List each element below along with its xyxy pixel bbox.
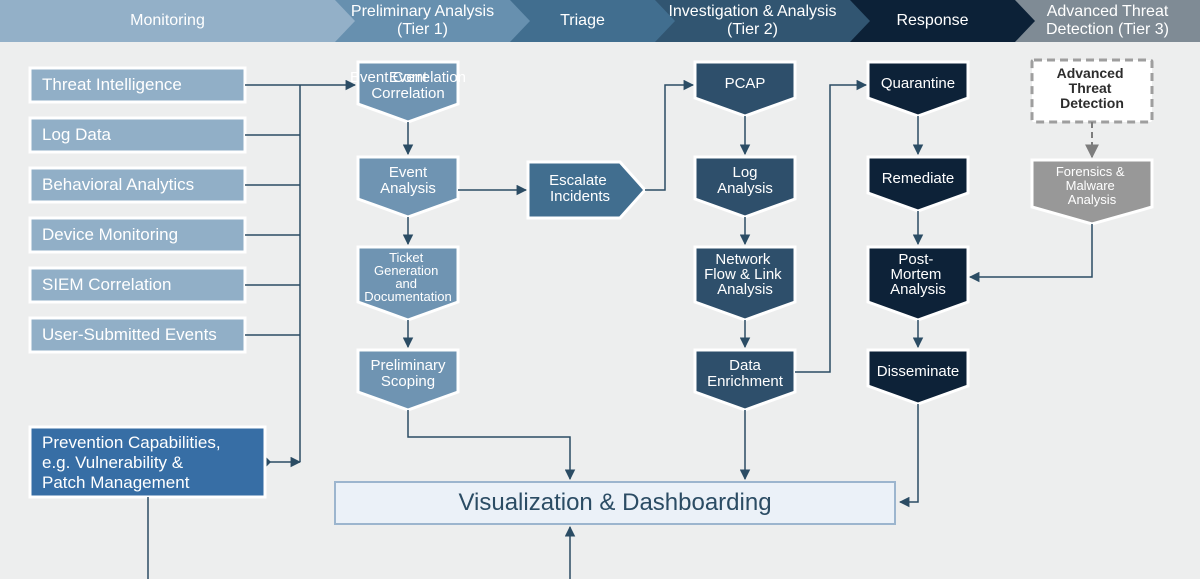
- task-post-mortem: Post- Mortem Analysis: [868, 247, 968, 320]
- task-pcap: PCAP: [695, 62, 795, 116]
- header-phases: Monitoring Preliminary Analysis (Tier 1)…: [0, 0, 1200, 42]
- task-disseminate: Disseminate: [868, 350, 968, 404]
- svg-text:PreliminaryScoping: PreliminaryScoping: [370, 357, 446, 390]
- svg-text:PCAP: PCAP: [725, 75, 766, 92]
- tier2-column: PCAP LogAnalysis Network Flow & Link Ana…: [695, 62, 795, 410]
- task-data-enrichment: DataEnrichment: [695, 350, 795, 410]
- task-event-analysis: EventAnalysis: [358, 157, 458, 217]
- workflow-diagram: Threat Intelligence Log Data Behavioral …: [0, 42, 1200, 579]
- svg-text:Threat Intelligence: Threat Intelligence: [42, 75, 182, 94]
- task-preliminary-scoping: PreliminaryScoping: [358, 350, 458, 410]
- svg-text:Remediate: Remediate: [882, 170, 955, 187]
- svg-text:Patch Management: Patch Management: [42, 473, 190, 492]
- src-log-data: Log Data: [30, 118, 245, 152]
- response-column: Quarantine Remediate Post- Mortem Analys…: [868, 62, 968, 404]
- svg-text:Prevention Capabilities,: Prevention Capabilities,: [42, 433, 221, 452]
- src-siem-correlation: SIEM Correlation: [30, 268, 245, 302]
- task-event-correlation: Event Correlation EventCorrelation: [350, 62, 466, 122]
- task-ticket-generation: Ticket Generation and Documentation: [358, 247, 458, 320]
- task-quarantine: Quarantine: [868, 62, 968, 116]
- svg-text:Device Monitoring: Device Monitoring: [42, 225, 178, 244]
- src-user-submitted: User-Submitted Events: [30, 318, 245, 352]
- phase-monitoring: Monitoring: [0, 0, 335, 42]
- svg-text:Escalate Incidents: Escalate Incidents: [549, 172, 611, 205]
- prevention-capabilities: Prevention Capabilities, e.g. Vulnerabil…: [30, 427, 265, 497]
- svg-text:Quarantine: Quarantine: [881, 75, 955, 92]
- task-escalate-incidents: Escalate Incidents: [528, 162, 645, 218]
- phase-response: Response: [850, 0, 1015, 42]
- src-behavioral-analytics: Behavioral Analytics: [30, 168, 245, 202]
- phase-tier2: Investigation & Analysis (Tier 2): [655, 0, 850, 42]
- monitoring-flow: [245, 85, 355, 462]
- phase-tier3: Advanced Threat Detection (Tier 3): [1015, 0, 1200, 42]
- visualization-dashboarding: Visualization & Dashboarding: [335, 482, 895, 524]
- svg-text:Disseminate: Disseminate: [877, 363, 960, 380]
- task-remediate: Remediate: [868, 157, 968, 211]
- tier3-column: Advanced Threat Detection Forensics & Ma…: [970, 60, 1152, 277]
- svg-text:Log Data: Log Data: [42, 125, 112, 144]
- task-advanced-threat-detection: Advanced Threat Detection: [1032, 60, 1152, 122]
- svg-text:Visualization & Dashboarding: Visualization & Dashboarding: [458, 489, 771, 516]
- phase-tier1: Preliminary Analysis (Tier 1): [335, 0, 510, 42]
- task-log-analysis: LogAnalysis: [695, 157, 795, 217]
- svg-text:SIEM Correlation: SIEM Correlation: [42, 275, 171, 294]
- svg-text:Post- Mortem A: Post- Mortem Analysis: [890, 251, 946, 298]
- src-threat-intelligence: Threat Intelligence: [30, 68, 245, 102]
- svg-text:Behavioral Analytics: Behavioral Analytics: [42, 175, 194, 194]
- tier1-column: Event Correlation EventCorrelation Event…: [350, 62, 466, 410]
- src-device-monitoring: Device Monitoring: [30, 218, 245, 252]
- phase-triage: Triage: [510, 0, 655, 42]
- monitoring-column: Threat Intelligence Log Data Behavioral …: [30, 68, 245, 352]
- task-forensics-malware: Forensics & Malware Analysis: [1032, 160, 1152, 224]
- svg-text:e.g. Vulnerability &: e.g. Vulnerability &: [42, 453, 184, 472]
- task-network-flow: Network Flow & Link Analysis: [695, 247, 795, 320]
- svg-text:User-Submitted Events: User-Submitted Events: [42, 325, 217, 344]
